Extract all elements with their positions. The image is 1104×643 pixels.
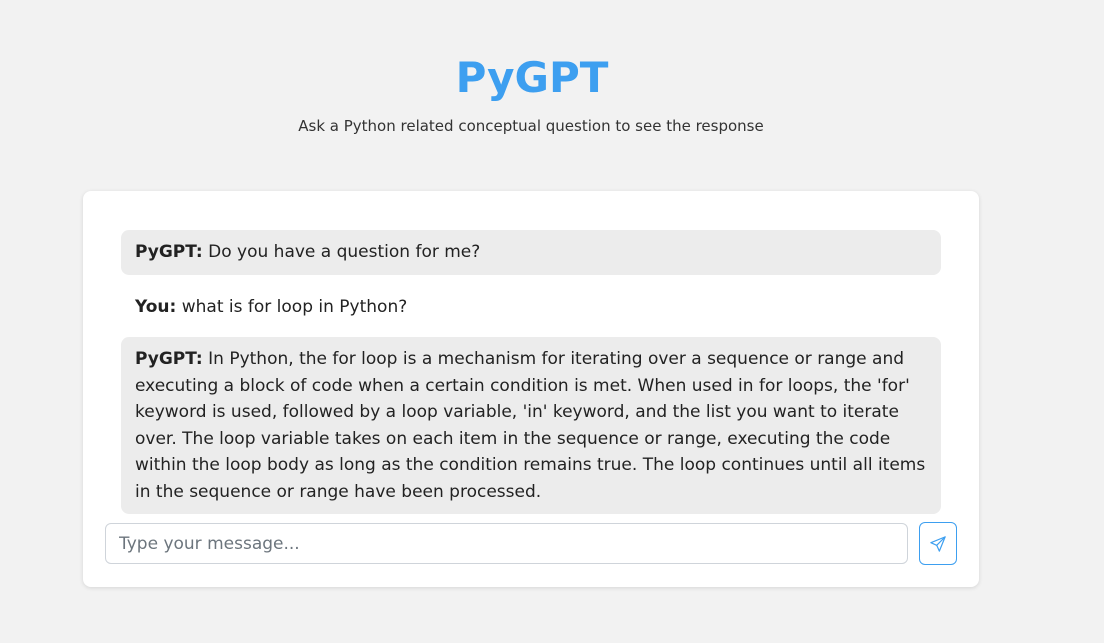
message-text: what is for loop in Python?: [181, 296, 408, 317]
message-text: In Python, the for loop is a mechanism f…: [135, 349, 926, 502]
message-speaker: You:: [135, 296, 177, 317]
page-subtitle: Ask a Python related conceptual question…: [298, 117, 764, 135]
message-speaker: PyGPT:: [135, 242, 203, 262]
page-title: PyGPT: [455, 53, 609, 102]
message-text: Do you have a question for me?: [208, 242, 481, 262]
chat-card: PyGPT: Do you have a question for me? Yo…: [83, 191, 979, 587]
send-button[interactable]: [919, 522, 957, 565]
message-list: PyGPT: Do you have a question for me? Yo…: [121, 230, 941, 514]
composer: [105, 522, 958, 566]
message-bot: PyGPT: In Python, the for loop is a mech…: [121, 337, 941, 514]
page: PyGPT Ask a Python related conceptual qu…: [0, 0, 1104, 643]
message-bot: PyGPT: Do you have a question for me?: [121, 230, 941, 275]
message-speaker: PyGPT:: [135, 349, 203, 369]
send-icon: [930, 535, 946, 552]
message-user: You: what is for loop in Python?: [121, 285, 941, 330]
message-input[interactable]: [105, 523, 908, 564]
